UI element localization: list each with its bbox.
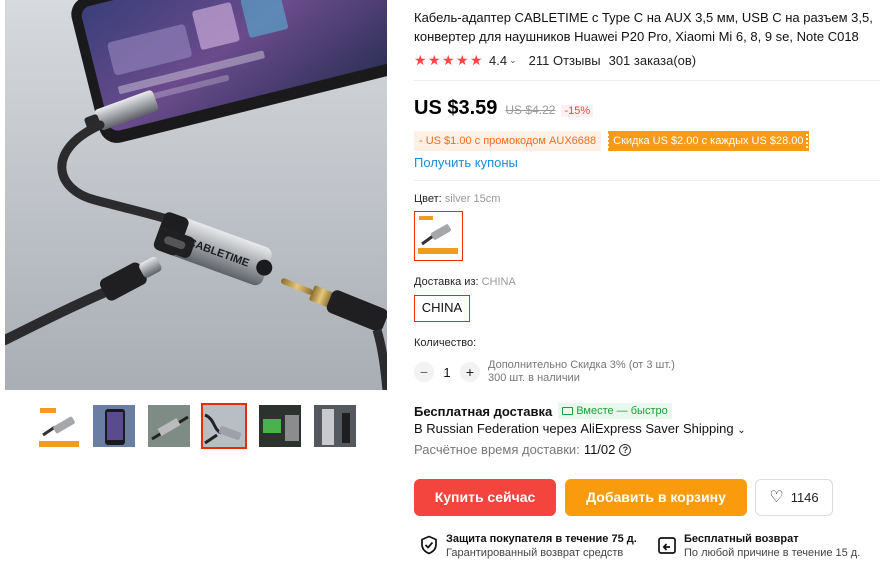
product-photo: FELINE CABLETIME [5, 0, 387, 390]
thumbnail-4[interactable] [201, 403, 247, 449]
free-return-text: Бесплатный возврат По любой причине в те… [684, 532, 860, 560]
main-product-image[interactable]: FELINE CABLETIME [5, 0, 387, 390]
actions-area: Купить сейчас Добавить в корзину ♡ 1146 … [414, 0, 880, 577]
thumbnail-5[interactable] [258, 404, 302, 448]
thumbnail-6[interactable] [313, 404, 357, 448]
thumbnail-image [37, 405, 79, 447]
free-return-subtitle: По любой причине в течение 15 д. [684, 547, 861, 559]
thumbnail-3[interactable] [147, 404, 191, 448]
thumbnail-image [148, 405, 190, 447]
thumbnail-image [203, 405, 245, 447]
buyer-protection: Защита покупателя в течение 75 д. Гарант… [419, 532, 637, 560]
thumbnail-image [93, 405, 135, 447]
wishlist-button[interactable]: ♡ 1146 [755, 479, 833, 516]
heart-icon: ♡ [769, 488, 784, 506]
buyer-protection-title: Защита покупателя в течение 75 д. [446, 533, 637, 545]
thumbnail-strip [5, 400, 387, 452]
free-return-title: Бесплатный возврат [684, 533, 799, 545]
thumbnail-2[interactable] [92, 404, 136, 448]
buyer-protection-subtitle: Гарантированный возврат средств [446, 547, 624, 559]
return-icon [658, 537, 676, 554]
shield-check-icon [421, 535, 437, 555]
thumbnail-image [259, 405, 301, 447]
wishlist-count: 1146 [790, 490, 819, 505]
thumbnail-1[interactable] [36, 404, 80, 448]
free-return: Бесплатный возврат По любой причине в те… [657, 532, 860, 560]
thumbnail-image [314, 405, 356, 447]
buyer-protection-text: Защита покупателя в течение 75 д. Гарант… [446, 532, 637, 560]
add-to-cart-button[interactable]: Добавить в корзину [565, 479, 747, 516]
buy-now-button[interactable]: Купить сейчас [414, 479, 556, 516]
